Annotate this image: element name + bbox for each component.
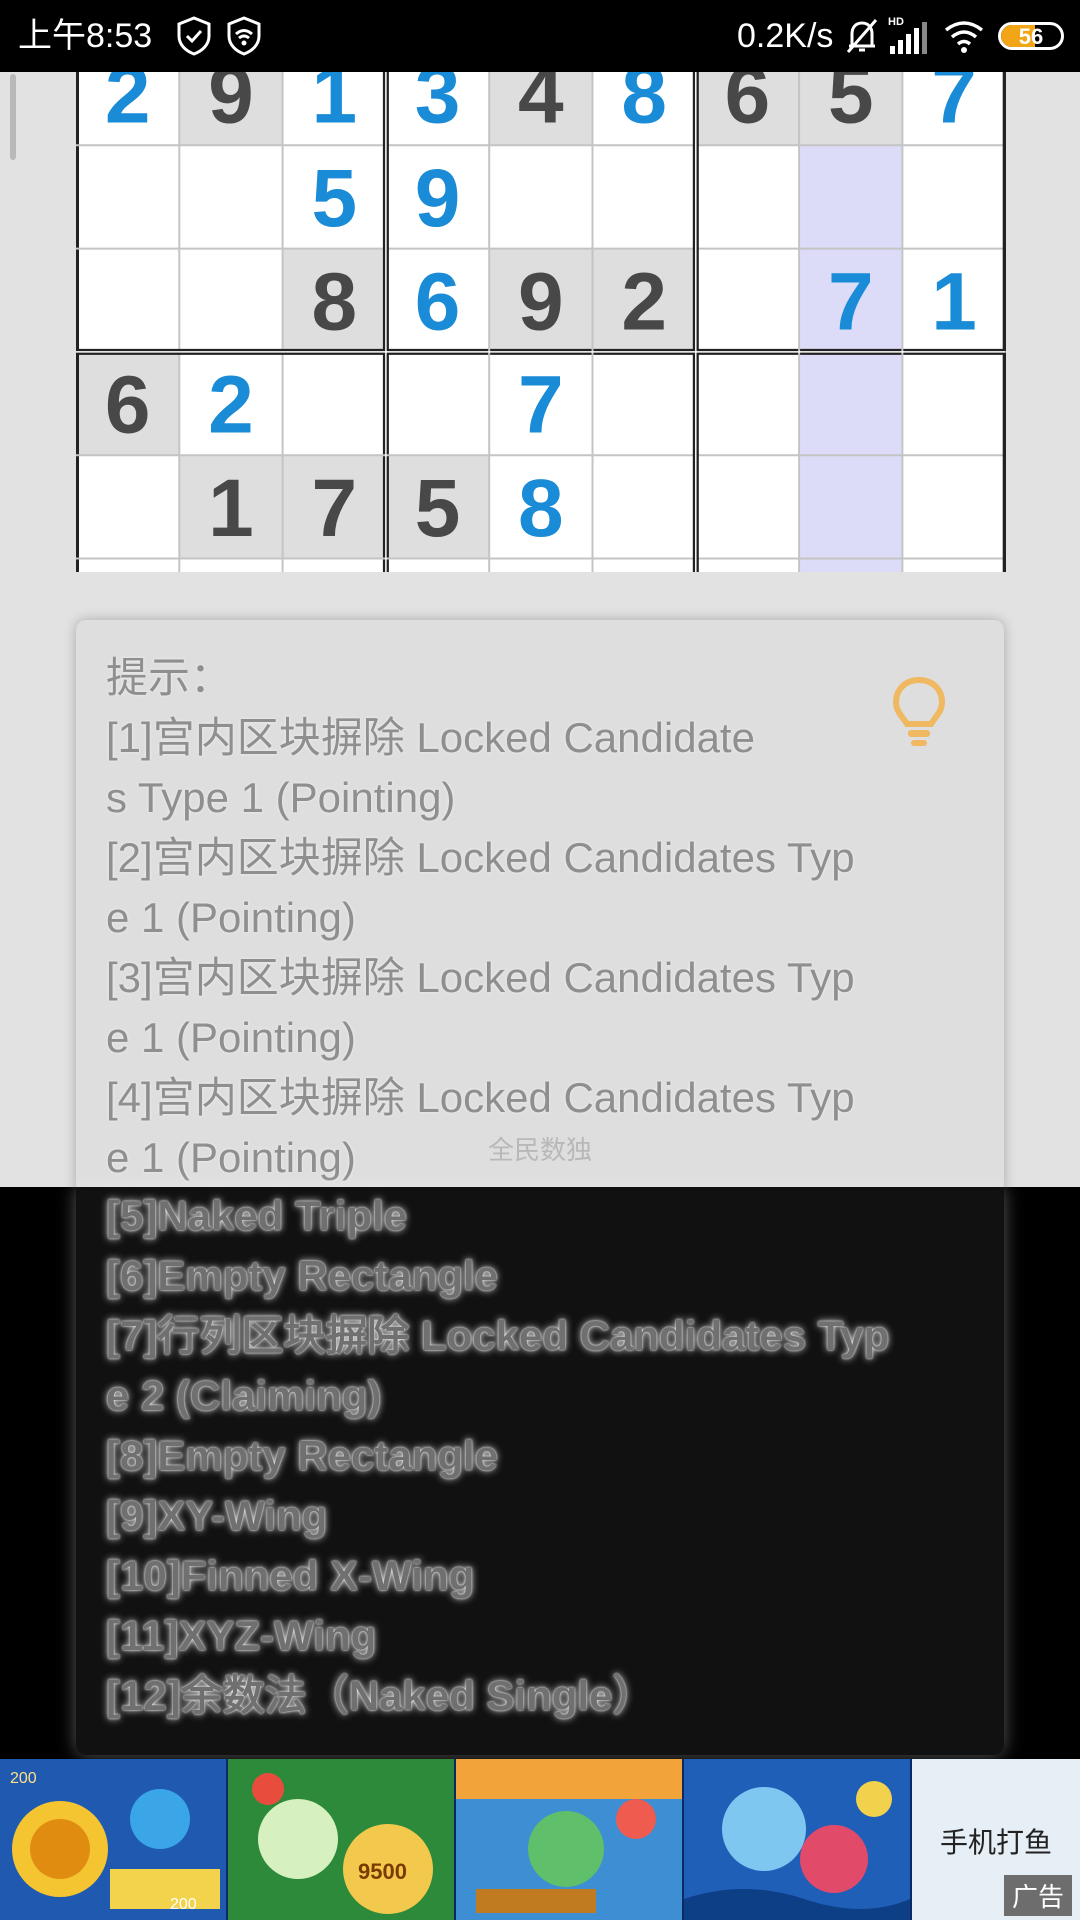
status-bar: 上午8:53 0.2K/s HD 56 [0, 0, 1080, 72]
entered-digit[interactable]: 7 [828, 256, 874, 347]
ad-label[interactable]: 手机打鱼 [940, 1821, 1052, 1861]
sudoku-cell[interactable] [179, 145, 283, 249]
sudoku-cell[interactable] [695, 455, 800, 559]
hint-line-dimmed: [10]Finned X-Wing [106, 1552, 475, 1599]
hint-line-dimmed: [5]Naked Triple [106, 1192, 408, 1239]
hint-title: 提示： [106, 654, 233, 701]
sudoku-cell[interactable] [76, 455, 180, 559]
svg-text:9500: 9500 [358, 1859, 407, 1884]
entered-digit[interactable]: 6 [415, 256, 461, 347]
entered-digit[interactable]: 9 [415, 153, 461, 244]
hint-line: [3]宫内区块摒除 Locked Candidates Typ [106, 954, 855, 1001]
sudoku-cell[interactable] [592, 455, 696, 559]
entered-digit[interactable]: 2 [105, 72, 151, 141]
hint-line-dimmed: [11]XYZ-Wing [106, 1612, 377, 1659]
sudoku-cell[interactable] [76, 558, 180, 573]
entered-digit[interactable]: 8 [621, 72, 667, 141]
sudoku-grid[interactable]: 2 9 1 3 4 8 6 5 75 98 6 9 2 7 16 2 71 7 5 8 [76, 72, 1006, 572]
ad-image-4[interactable] [684, 1759, 910, 1920]
sudoku-cell[interactable] [695, 351, 800, 456]
sudoku-cell[interactable] [592, 145, 696, 249]
network-speed: 0.2K/s [737, 17, 834, 55]
hint-line-dimmed: [6]Empty Rectangle [106, 1252, 499, 1299]
sudoku-cell[interactable] [76, 145, 180, 249]
given-digit[interactable]: 8 [311, 256, 357, 347]
sudoku-cell[interactable] [902, 351, 1006, 456]
sudoku-cell[interactable] [282, 558, 386, 573]
app-watermark: 全民数独 [487, 1135, 592, 1165]
given-digit[interactable]: 2 [621, 256, 667, 347]
ad-image-3[interactable] [456, 1759, 682, 1920]
hint-line: s Type 1 (Pointing) [106, 774, 456, 821]
sudoku-cell[interactable] [902, 145, 1006, 249]
sudoku-cell[interactable] [282, 351, 386, 456]
given-digit[interactable]: 7 [311, 463, 357, 554]
sudoku-cell[interactable] [489, 145, 593, 249]
entered-digit[interactable]: 1 [931, 256, 977, 347]
hint-line-dimmed: e 2 (Claiming) [106, 1372, 382, 1419]
sudoku-cell[interactable] [76, 248, 180, 352]
entered-digit[interactable]: 1 [311, 72, 357, 141]
hint-line: e 1 (Pointing) [106, 894, 356, 941]
entered-digit[interactable]: 8 [518, 463, 564, 554]
mute-bell-icon [846, 19, 878, 53]
sudoku-board[interactable]: 291348657598692716271758 [76, 72, 1006, 572]
sudoku-cell[interactable] [179, 248, 283, 352]
sudoku-cell[interactable] [799, 558, 903, 573]
hint-line: [1]宫内区块摒除 Locked Candidate [106, 714, 755, 761]
hint-line: [4]宫内区块摒除 Locked Candidates Typ [106, 1074, 855, 1121]
status-time: 上午8:53 [18, 17, 153, 55]
hint-line: [2]宫内区块摒除 Locked Candidates Typ [106, 834, 855, 881]
sudoku-cell[interactable] [385, 351, 490, 456]
given-digit[interactable]: 4 [518, 72, 564, 141]
sudoku-cell[interactable] [799, 145, 903, 249]
given-digit[interactable]: 9 [208, 72, 254, 141]
svg-text:200: 200 [170, 1896, 197, 1913]
battery-level: 56 [1018, 24, 1044, 49]
ad-banner[interactable]: 200 200 9500 手机打鱼 广告 [0, 1759, 1080, 1920]
sudoku-cell[interactable] [902, 558, 1006, 573]
svg-text:200: 200 [10, 1770, 37, 1787]
sudoku-cell[interactable] [695, 558, 800, 573]
shield-check-icon [177, 16, 211, 56]
entered-digit[interactable]: 5 [311, 153, 357, 244]
entered-digit[interactable]: 2 [208, 360, 254, 451]
entered-digit[interactable]: 7 [518, 360, 564, 451]
hd-signal-icon: HD [888, 16, 927, 54]
sudoku-cell[interactable] [179, 558, 283, 573]
sudoku-cell[interactable] [799, 455, 903, 559]
sudoku-cell[interactable] [592, 558, 696, 573]
scroll-indicator[interactable] [10, 74, 16, 160]
svg-text:HD: HD [888, 16, 904, 28]
hint-line-dimmed: [7]行列区块摒除 Locked Candidates Typ [106, 1312, 890, 1359]
hint-panel-dimmed: [5]Naked Triple [6]Empty Rectangle [7]行列区块… [76, 1187, 1004, 1755]
battery-icon: 56 [998, 22, 1064, 50]
given-digit[interactable]: 6 [105, 360, 151, 451]
hint-line-dimmed: [9]XY-Wing [106, 1492, 328, 1539]
sudoku-cell[interactable] [695, 248, 800, 352]
wifi-sim-icon [227, 16, 261, 56]
given-digit[interactable]: 9 [518, 256, 564, 347]
ad-image-1[interactable]: 200 200 [0, 1759, 226, 1920]
sudoku-cell[interactable] [592, 351, 696, 456]
sudoku-cell[interactable] [695, 145, 800, 249]
sudoku-cell[interactable] [902, 455, 1006, 559]
sudoku-cell[interactable] [385, 558, 490, 573]
ad-tag: 广告 [1003, 1875, 1072, 1916]
given-digit[interactable]: 5 [415, 463, 461, 554]
given-digit[interactable]: 5 [828, 72, 874, 141]
wifi-icon [944, 21, 984, 53]
hint-line-dimmed: [8]Empty Rectangle [106, 1432, 499, 1479]
hint-line: e 1 (Pointing) [106, 1014, 356, 1061]
sudoku-cell[interactable] [799, 351, 903, 456]
hint-line-dimmed: [12]余数法（Naked Single） [106, 1672, 655, 1719]
lightbulb-icon[interactable] [886, 672, 952, 752]
given-digit[interactable]: 1 [208, 463, 254, 554]
entered-digit[interactable]: 7 [931, 72, 977, 141]
sudoku-cell[interactable] [489, 558, 593, 573]
ad-image-2[interactable]: 9500 [228, 1759, 454, 1920]
given-digit[interactable]: 6 [725, 72, 771, 141]
entered-digit[interactable]: 3 [415, 72, 461, 141]
